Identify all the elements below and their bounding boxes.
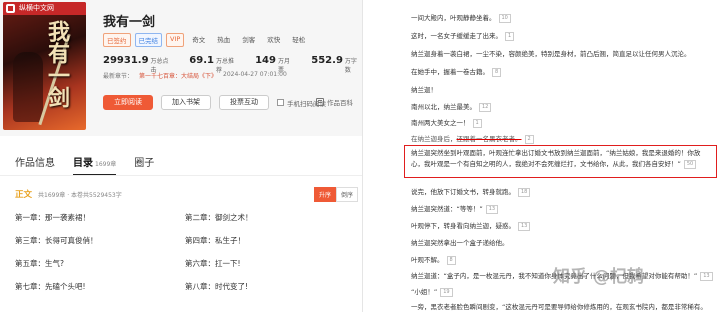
cover-title: 我有一剑 (44, 20, 70, 108)
watermark-user: @杞鸫 (593, 267, 644, 287)
volume-info: 共1699章 · 本卷共5529453字 (38, 192, 122, 199)
add-to-shelf-button[interactable]: 加入书架 (161, 95, 211, 110)
comment-count-badge[interactable]: 50 (683, 159, 697, 169)
paragraph: 叶观不解。 8 (411, 254, 456, 265)
comment-count-badge[interactable]: 1 (472, 118, 482, 128)
catalog-count: 1699章 (95, 161, 117, 168)
comment-count-badge[interactable]: 13 (700, 271, 713, 281)
paragraph: 一间大殿内，叶观静静坐着。 10 (411, 12, 511, 23)
paragraph: 这时，一名女子缓缓走了出来。 1 (411, 30, 515, 41)
book-tag[interactable]: 已完结 (134, 33, 162, 47)
stat-unit: 万字数 (344, 58, 357, 74)
tab-book-info[interactable]: 作品信息 (15, 154, 55, 169)
paragraph: 纳兰迦突然拿出一个盒子递给他。 (411, 239, 509, 247)
book-tag[interactable]: 剑客 (238, 33, 259, 47)
stat-value: 29931.9 (103, 55, 149, 66)
tab-divider (0, 175, 362, 176)
reader-panel: 一间大殿内，叶观静静坐着。 10 这时，一名女子缓缓走了出来。 1 纳兰迦身着一袭白… (363, 0, 720, 312)
paragraph: 说完，他放下订婚文书，转身就跑。 18 (411, 186, 531, 197)
book-tag[interactable]: VIP (166, 33, 185, 47)
struck-text: 还跟着一名黑衣老者。 (456, 135, 522, 143)
checkbox-icon (277, 99, 284, 106)
comment-count-badge[interactable]: 18 (518, 187, 531, 197)
volume-header: 正文 共1699章 · 本卷共5529453字 (15, 188, 122, 200)
comment-count-badge[interactable]: 19 (440, 287, 453, 297)
paragraph: 纳兰迦身着一袭白裙，一尘不染，容颜绝美，特别是身材，前凸后翘，简直足以让任何男人… (411, 50, 691, 58)
book-detail-panel: 纵横中文网 我有一剑 我有一剑 已签约 已完结 VIP 奇文 热血 剑客 欢快 轻松 2993… (0, 0, 362, 312)
comment-count-badge[interactable]: 13 (485, 204, 499, 214)
volume-title: 正文 (15, 190, 33, 200)
book-cover[interactable]: 纵横中文网 我有一剑 (3, 2, 86, 130)
chapter-link[interactable]: 第一章：那一袭素裙！ (15, 212, 185, 223)
encyclopedia-link[interactable]: 作品百科 (316, 97, 353, 107)
chapter-link[interactable]: 第六章：扛一下! (185, 258, 355, 269)
latest-chapter-row: 最新章节： 第一千七百章：大结局《下》 2024-04-27 07:01:00 (103, 71, 287, 80)
chapter-link[interactable]: 第三章：长得可真俊俏！ (15, 235, 185, 246)
chapter-link[interactable]: 第八章：时代变了! (185, 281, 355, 292)
struck-paragraph: 在纳兰迦身后，还跟着一名黑衣老者。 2 (411, 133, 534, 144)
document-icon (316, 98, 324, 106)
book-tag[interactable]: 轻松 (288, 33, 309, 47)
highlighted-paragraph: 纳兰迦突然坐到叶观面前，叶观连忙拿出订婚文书放到纳兰迦面前，“纳兰姑娘，我是来退… (411, 149, 701, 169)
comment-count-badge[interactable]: 10 (498, 13, 511, 23)
chapter-link[interactable]: 第二章：御剑之术！ (185, 212, 355, 223)
paragraph: “小姐！” 19 (411, 286, 453, 297)
sort-toggle: 升序 倒序 (314, 187, 359, 202)
comment-count-badge[interactable]: 8 (492, 67, 502, 77)
zhihu-watermark: 知乎 @杞鸫 (553, 262, 644, 287)
chapter-link[interactable]: 第四章：私生子！ (185, 235, 355, 246)
comment-count-badge[interactable]: 13 (518, 221, 531, 231)
paragraph: 叶观停下，转身看向纳兰迦，疑惑。 13 (411, 220, 531, 231)
stat-value: 149 (255, 55, 276, 66)
cover-figure-art (13, 52, 43, 122)
book-tag[interactable]: 奇文 (188, 33, 209, 47)
publisher-banner: 纵横中文网 (3, 2, 86, 15)
book-tag[interactable]: 热血 (213, 33, 234, 47)
latest-chapter-label: 最新章节： (103, 73, 134, 80)
book-actions: 立即阅读 加入书架 投票互动 手机扫码阅读 (103, 95, 326, 110)
tab-circle[interactable]: 圈子 (134, 154, 154, 169)
book-header: 纵横中文网 我有一剑 我有一剑 已签约 已完结 VIP 奇文 热血 剑客 欢快 轻松 2993… (0, 0, 362, 136)
tab-catalog[interactable]: 目录 1699章 (73, 154, 117, 176)
screenshot-root: 纵横中文网 我有一剑 我有一剑 已签约 已完结 VIP 奇文 热血 剑客 欢快 轻松 2993… (0, 0, 720, 312)
book-tags: 已签约 已完结 VIP 奇文 热血 剑客 欢快 轻松 (103, 33, 309, 47)
encyclopedia-label: 作品百科 (327, 99, 353, 107)
chapter-list: 第一章：那一袭素裙！ 第二章：御剑之术！ 第三章：长得可真俊俏！ 第四章：私生子… (15, 212, 355, 292)
watermark-brand: 知乎 (553, 267, 587, 287)
book-tabs: 作品信息 目录 1699章 圈子 (15, 154, 154, 176)
stat-value: 69.1 (189, 55, 214, 66)
read-now-button[interactable]: 立即阅读 (103, 95, 153, 110)
latest-chapter-link[interactable]: 第一千七百章：大结局《下》 (139, 71, 217, 80)
publisher-logo-icon (6, 4, 15, 13)
chapter-link[interactable]: 第五章：生气? (15, 258, 185, 269)
paragraph: 南州两大美女之一！ 1 (411, 117, 482, 128)
paragraph: 一旁，黑衣老者脸色瞬间剧变，“这枚混元丹可是要导师给你修炼用的，在观玄书院内，都… (411, 303, 707, 311)
comment-count-badge[interactable]: 8 (446, 255, 456, 265)
stat-value: 552.9 (311, 55, 343, 66)
sort-desc-button[interactable]: 倒序 (336, 187, 359, 202)
sort-asc-button[interactable]: 升序 (314, 187, 337, 202)
paragraph: 南州以北，纳兰最美。 12 (411, 101, 492, 112)
book-tag[interactable]: 欢快 (263, 33, 284, 47)
book-title: 我有一剑 (103, 15, 156, 30)
chapter-link[interactable]: 第七章：先磕个头吧! (15, 281, 185, 292)
comment-count-badge[interactable]: 2 (524, 134, 534, 144)
publisher-name: 纵横中文网 (19, 4, 54, 12)
latest-chapter-time: 2024-04-27 07:01:00 (223, 71, 287, 78)
comment-count-badge[interactable]: 12 (479, 102, 492, 112)
paragraph: 纳兰迦突然道：“等等！” 13 (411, 203, 499, 214)
book-tag[interactable]: 已签约 (103, 33, 131, 47)
paragraph: 在她手中，握着一卷古籍。 8 (411, 66, 502, 77)
book-stat: 552.9 万字数 (311, 55, 362, 74)
vote-interact-button[interactable]: 投票互动 (219, 95, 269, 110)
comment-count-badge[interactable]: 1 (505, 31, 515, 41)
paragraph: 纳兰迦！ (411, 86, 437, 94)
